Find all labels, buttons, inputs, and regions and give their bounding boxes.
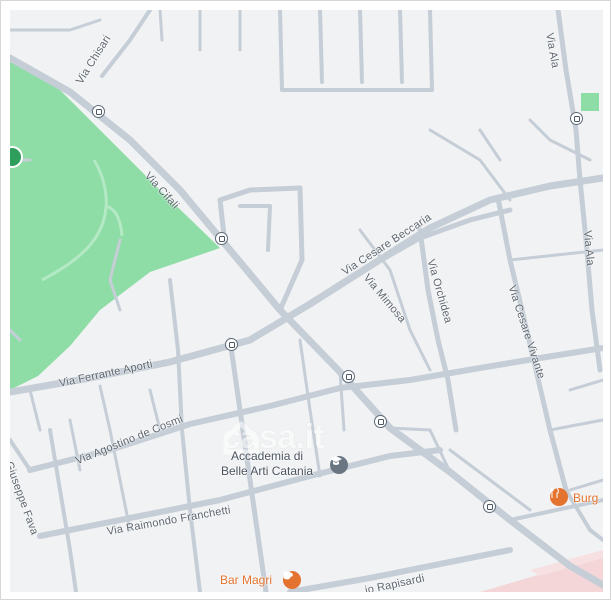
bus-stop-icon[interactable]	[483, 500, 496, 513]
map-frame: Via Chisari Via Cifali Via Ala Via Ala V…	[0, 0, 611, 600]
coffee-cup-icon[interactable]	[283, 571, 301, 589]
bus-stop-icon[interactable]	[570, 112, 583, 125]
map-canvas[interactable]: Via Chisari Via Cifali Via Ala Via Ala V…	[10, 10, 603, 592]
graduation-cap-icon[interactable]	[330, 456, 348, 474]
academy-label-line1: Accademia di	[231, 449, 304, 463]
academy-label-line2: Belle Arti Catania	[221, 464, 314, 478]
bus-stop-icon[interactable]	[225, 338, 238, 351]
bus-stop-icon[interactable]	[215, 232, 228, 245]
fork-knife-icon[interactable]	[550, 488, 568, 506]
bus-stop-icon[interactable]	[92, 105, 105, 118]
bus-stop-icon[interactable]	[342, 370, 355, 383]
small-park	[581, 93, 599, 111]
bar-magri-label[interactable]: Bar Magri	[220, 573, 272, 587]
park-area	[10, 58, 220, 390]
academy-label[interactable]: Accademia di Belle Arti Catania	[221, 449, 313, 479]
burger-label[interactable]: Burg	[573, 491, 598, 505]
bus-stop-icon[interactable]	[374, 415, 387, 428]
